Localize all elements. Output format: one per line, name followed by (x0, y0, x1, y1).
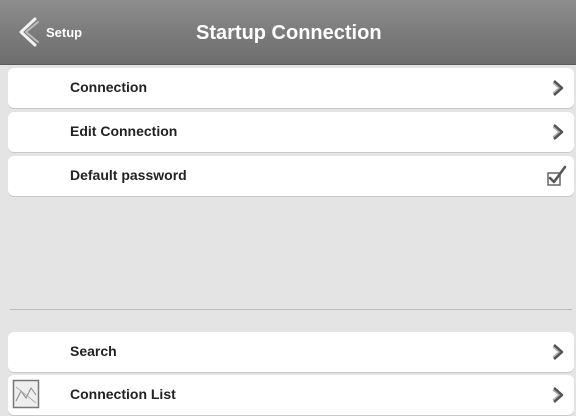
chevron-left-icon (16, 16, 40, 48)
chevron-right-icon (548, 78, 568, 98)
chevron-right-icon (548, 122, 568, 142)
image-thumbnail-icon (12, 379, 40, 409)
title-bar: Setup Startup Connection (0, 0, 576, 65)
menu-item-label: Default password (70, 167, 187, 183)
menu-item-search[interactable]: Search (8, 332, 574, 372)
menu-item-connection[interactable]: Connection (8, 68, 574, 108)
section-divider (10, 309, 572, 310)
menu-item-edit-connection[interactable]: Edit Connection (8, 112, 574, 152)
chevron-right-icon (548, 385, 568, 405)
menu-item-label: Edit Connection (70, 123, 178, 139)
menu-item-label: Connection (70, 79, 147, 95)
menu-item-label: Connection List (70, 386, 176, 402)
page-title: Startup Connection (196, 22, 382, 44)
back-button-label: Setup (46, 24, 83, 40)
chevron-right-icon (548, 342, 568, 362)
menu-item-default-password[interactable]: Default password (8, 156, 574, 196)
checkbox-checked-icon[interactable] (546, 165, 568, 187)
menu-item-label: Search (70, 343, 117, 359)
back-button[interactable]: Setup (16, 14, 82, 50)
menu-item-connection-list[interactable]: Connection List (8, 375, 574, 415)
